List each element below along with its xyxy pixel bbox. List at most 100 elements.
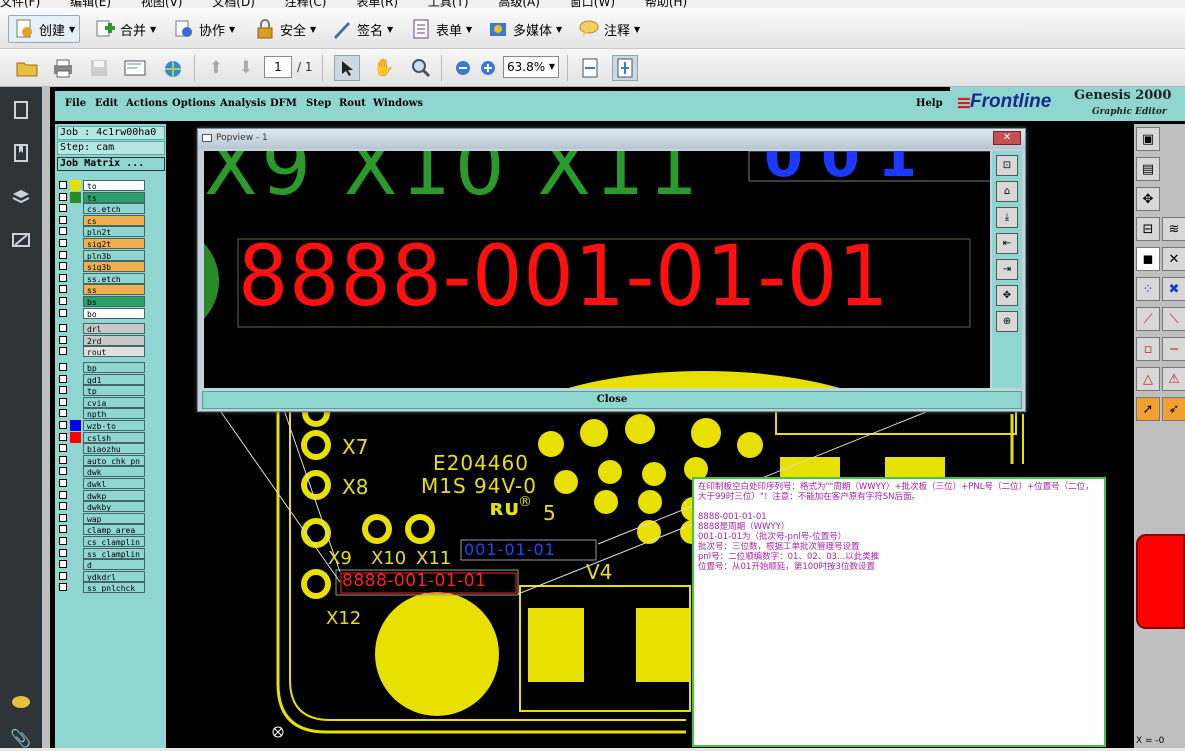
merge-button[interactable]: 合并 ▼ [94, 15, 156, 43]
layer-name[interactable]: bp [83, 362, 145, 373]
layer-row[interactable]: npth [59, 408, 145, 420]
popview-canvas[interactable]: X9 X10 X11 001 8888-001-01-01 [204, 151, 990, 388]
layer-name[interactable]: 2rd [83, 334, 145, 346]
pv-zoom-icon[interactable]: ⊡ [996, 155, 1018, 176]
layer-name[interactable]: ts [83, 191, 145, 203]
layer-color-swatch[interactable] [70, 582, 81, 593]
layer-row[interactable]: auto_chk_pn [59, 454, 145, 466]
layer-checkbox[interactable] [59, 444, 67, 453]
save-icon[interactable] [86, 55, 112, 81]
layer-row[interactable]: cs_clamplin [59, 536, 145, 547]
layer-checkbox[interactable] [59, 262, 67, 271]
layer-color-swatch[interactable] [70, 284, 81, 295]
tool-pointer-icon[interactable]: ➚ [1136, 397, 1160, 421]
layer-checkbox[interactable] [59, 215, 67, 224]
layer-checkbox[interactable] [59, 374, 67, 383]
layer-name[interactable]: to [83, 180, 145, 191]
layer-name[interactable]: ss_pnlchck [83, 582, 145, 594]
genesis-menu-file[interactable]: File [65, 98, 86, 109]
layer-name[interactable]: sig2t [83, 238, 145, 249]
menu-tools[interactable]: 工具(T) [428, 0, 469, 8]
layer-checkbox[interactable] [59, 571, 67, 580]
popview-close-button[interactable]: Close [202, 391, 1022, 409]
layer-checkbox[interactable] [59, 386, 67, 395]
layer-checkbox[interactable] [59, 548, 67, 557]
layer-name[interactable]: biaozhu [83, 443, 145, 455]
layer-color-swatch[interactable] [70, 238, 81, 249]
layer-checkbox[interactable] [59, 297, 67, 305]
layer-row[interactable]: bs [59, 296, 145, 307]
layer-color-swatch[interactable] [70, 408, 81, 419]
layer-checkbox[interactable] [59, 347, 67, 356]
layer-name[interactable]: dwkby [83, 501, 145, 513]
genesis-menu-actions[interactable]: Actions [126, 98, 168, 109]
layer-checkbox[interactable] [59, 513, 67, 522]
layer-color-swatch[interactable] [70, 261, 81, 272]
tool-snap-icon[interactable]: ▣ [1136, 127, 1160, 151]
popview-titlebar[interactable]: Popview - 1 [198, 129, 1025, 149]
tool-triangle-icon[interactable]: △ [1136, 367, 1160, 391]
collaborate-button[interactable]: 协作 ▼ [173, 15, 235, 43]
layer-color-swatch[interactable] [70, 323, 81, 334]
signatures-icon[interactable] [9, 228, 33, 252]
attachments-icon[interactable]: 📎 [9, 727, 33, 751]
layer-row[interactable]: clamp_area [59, 524, 145, 536]
layer-checkbox[interactable] [59, 250, 67, 259]
layer-row[interactable]: cslsh [59, 431, 145, 443]
pv-right-icon[interactable]: ⇥ [996, 259, 1018, 280]
tool-dash-icon[interactable]: − [1162, 337, 1185, 361]
layer-checkbox[interactable] [59, 324, 67, 333]
layer-checkbox[interactable] [59, 467, 67, 476]
layer-name[interactable]: auto_chk_pn [83, 454, 145, 466]
layer-checkbox[interactable] [59, 192, 67, 201]
layer-name[interactable]: cslsh [83, 431, 145, 443]
layer-row[interactable]: biaozhu [59, 443, 145, 455]
menu-comments[interactable]: 注释(C) [285, 0, 327, 8]
layer-row[interactable]: wzb-to [59, 420, 145, 431]
layer-checkbox[interactable] [59, 537, 67, 545]
layer-color-swatch[interactable] [70, 362, 81, 373]
layer-name[interactable]: bs [83, 296, 145, 307]
menu-document[interactable]: 文档(D) [212, 0, 255, 8]
next-page-icon[interactable]: ⬇ [233, 55, 259, 81]
layer-name[interactable]: ss [83, 284, 145, 296]
layer-color-swatch[interactable] [70, 273, 81, 284]
layer-checkbox[interactable] [59, 273, 67, 282]
layer-name[interactable]: sig3b [83, 261, 145, 273]
layer-color-swatch[interactable] [70, 346, 81, 357]
layer-row[interactable]: bo [59, 307, 145, 319]
layer-row[interactable]: ss_pnlchck [59, 582, 145, 594]
zoom-out-icon[interactable] [450, 55, 476, 81]
genesis-menu-step[interactable]: Step [306, 98, 331, 109]
layer-row[interactable]: wap [59, 512, 145, 524]
layer-name[interactable]: pln2t [83, 226, 145, 238]
layer-row[interactable]: dwkp [59, 489, 145, 501]
forms-button[interactable]: 表单 ▼ [410, 15, 472, 43]
zoom-tool-icon[interactable] [408, 55, 434, 81]
pv-left-icon[interactable]: ⇤ [996, 233, 1018, 254]
layer-name[interactable]: dwk [83, 466, 145, 478]
layer-checkbox[interactable] [59, 363, 67, 371]
comment-note-popup[interactable]: 在印制板空白处印序列号：格式为""周期（WWYY）+批次板（三位）+PNL号（二… [692, 477, 1106, 747]
menu-forms[interactable]: 表单(R) [356, 0, 398, 8]
tool-add-icon[interactable]: ▫ [1136, 337, 1160, 361]
layer-row[interactable]: cs [59, 214, 145, 226]
previous-page-icon[interactable]: ⬆ [203, 55, 229, 81]
layer-name[interactable]: bo [83, 307, 145, 319]
layer-name[interactable]: dwkp [83, 489, 145, 501]
layer-checkbox[interactable] [59, 432, 67, 441]
layer-row[interactable]: pln2t [59, 226, 145, 238]
pv-fit-icon[interactable]: ✥ [996, 285, 1018, 306]
tool-connect-icon[interactable]: ⁘ [1136, 277, 1160, 301]
layer-name[interactable]: cs [83, 214, 145, 226]
layer-color-swatch[interactable] [70, 420, 81, 431]
layer-name[interactable]: ss.etch [83, 272, 145, 284]
email-icon[interactable] [122, 55, 148, 81]
layer-row[interactable]: sig3b [59, 261, 145, 273]
layer-color-swatch[interactable] [70, 180, 81, 191]
layer-row[interactable]: dwk [59, 466, 145, 478]
tool-select-icon[interactable]: ▤ [1136, 157, 1160, 181]
layer-color-swatch[interactable] [70, 226, 81, 237]
fit-page-icon[interactable] [612, 55, 638, 81]
genesis-menu-dfm[interactable]: DFM [270, 98, 297, 109]
